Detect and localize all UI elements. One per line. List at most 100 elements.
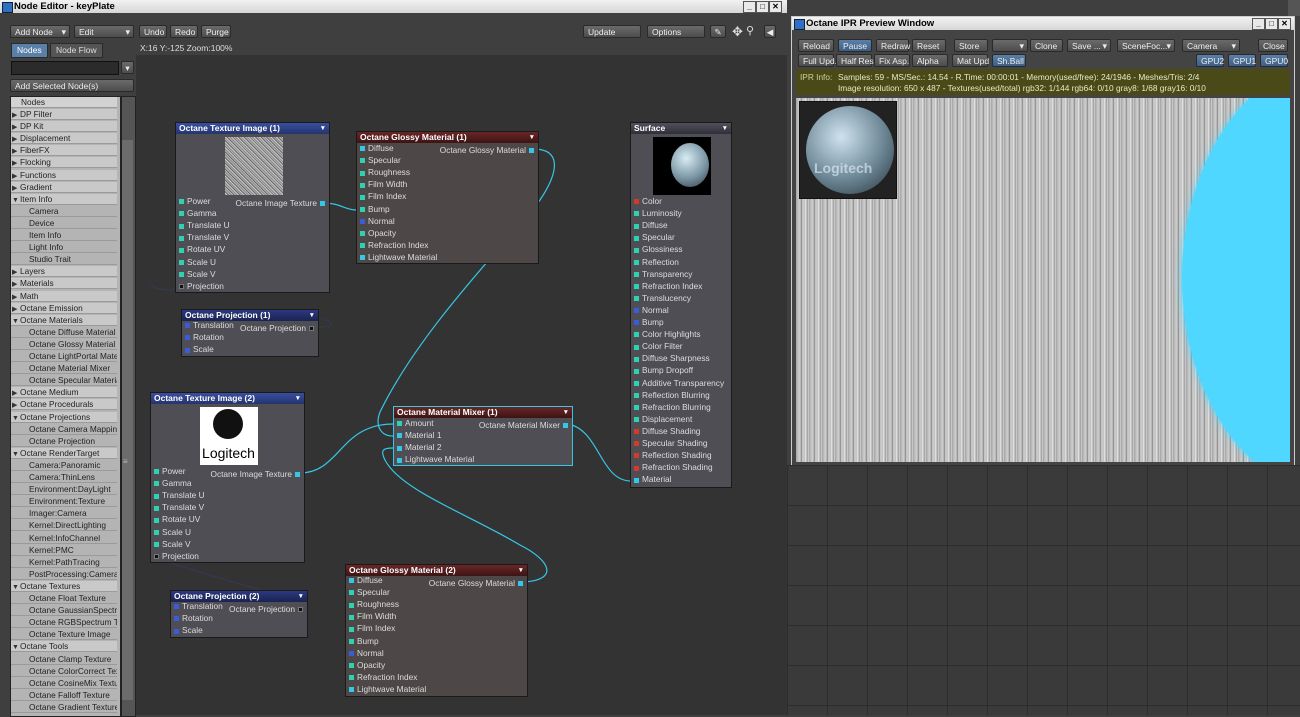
input-port[interactable]: Refraction Index xyxy=(631,280,702,292)
port-socket-icon[interactable] xyxy=(397,421,402,427)
port-socket-icon[interactable] xyxy=(185,335,190,341)
input-port[interactable]: Gamma xyxy=(151,477,192,489)
port-socket-icon[interactable] xyxy=(634,284,639,289)
node-gloss2[interactable]: Octane Glossy Material (2)DiffuseSpecula… xyxy=(345,564,528,697)
node-title[interactable]: Surface xyxy=(631,123,731,134)
output-port[interactable]: Octane Glossy Material xyxy=(440,144,534,156)
port-socket-icon[interactable] xyxy=(154,517,159,523)
ipr-row1-button[interactable]: Store xyxy=(954,39,988,52)
input-port[interactable]: Refraction Shading xyxy=(631,461,713,473)
port-socket-icon[interactable] xyxy=(349,650,354,656)
input-port[interactable]: Roughness xyxy=(357,166,410,178)
port-socket-icon[interactable] xyxy=(154,529,159,535)
gpu-toggle-button[interactable]: GPU0 xyxy=(1260,54,1288,67)
input-port[interactable]: Normal xyxy=(357,215,395,227)
input-port[interactable]: Rotate UV xyxy=(176,243,225,255)
port-socket-icon[interactable] xyxy=(349,626,354,632)
node-proj1[interactable]: Octane Projection (1)TranslationRotation… xyxy=(181,309,319,357)
port-socket-icon[interactable] xyxy=(154,541,159,547)
port-socket-icon[interactable] xyxy=(174,604,179,610)
input-port[interactable]: Opacity xyxy=(357,227,396,239)
port-socket-icon[interactable] xyxy=(634,417,639,423)
ipr-close-icon[interactable]: ✕ xyxy=(1278,18,1291,30)
input-port[interactable]: Diffuse xyxy=(631,219,668,231)
port-socket-icon[interactable] xyxy=(154,469,159,475)
input-port[interactable]: Material 2 xyxy=(394,441,441,453)
ipr-row1-button[interactable]: Close xyxy=(1258,39,1288,52)
port-socket-icon[interactable] xyxy=(634,296,639,302)
input-port[interactable]: Lightwave Material xyxy=(394,453,474,465)
input-port[interactable]: Rotation xyxy=(171,612,213,624)
input-port[interactable]: Color Filter xyxy=(631,340,683,352)
port-socket-icon[interactable] xyxy=(634,332,639,338)
node-tex2[interactable]: Octane Texture Image (2) Logitech Power Gam… xyxy=(150,392,305,563)
port-socket-icon[interactable] xyxy=(360,218,365,224)
input-port[interactable]: Refraction Blurring xyxy=(631,401,711,413)
input-port[interactable]: Film Index xyxy=(357,190,406,202)
port-socket-icon[interactable] xyxy=(298,607,303,613)
port-socket-icon[interactable] xyxy=(397,433,402,439)
port-socket-icon[interactable] xyxy=(185,323,190,329)
input-port[interactable]: Refraction Index xyxy=(346,671,417,683)
port-socket-icon[interactable] xyxy=(349,675,354,681)
input-port[interactable]: Translation xyxy=(182,319,234,331)
node-proj2[interactable]: Octane Projection (2)TranslationRotation… xyxy=(170,590,308,638)
ipr-row2-button[interactable]: Alpha xyxy=(912,54,948,67)
input-port[interactable]: Rotation xyxy=(182,331,224,343)
port-socket-icon[interactable] xyxy=(634,235,639,241)
port-socket-icon[interactable] xyxy=(634,441,639,447)
input-port[interactable]: Displacement xyxy=(631,413,692,425)
port-socket-icon[interactable] xyxy=(349,578,354,584)
ipr-row2-button[interactable]: Half Res xyxy=(836,54,874,67)
input-port[interactable]: Translate U xyxy=(176,219,230,231)
input-port[interactable]: Diffuse Shading xyxy=(631,425,700,437)
port-socket-icon[interactable] xyxy=(179,271,184,277)
port-socket-icon[interactable] xyxy=(179,259,184,265)
input-port[interactable]: Translation xyxy=(171,600,223,612)
port-socket-icon[interactable] xyxy=(563,423,568,429)
port-socket-icon[interactable] xyxy=(634,453,639,459)
input-port[interactable]: Diffuse xyxy=(346,574,383,586)
input-port[interactable]: Film Index xyxy=(346,622,395,634)
port-socket-icon[interactable] xyxy=(634,271,639,277)
input-port[interactable]: Diffuse Sharpness xyxy=(631,352,710,364)
input-port[interactable]: Specular Shading xyxy=(631,437,708,449)
port-socket-icon[interactable] xyxy=(634,199,639,205)
gpu-toggle-button[interactable]: GPU2 xyxy=(1196,54,1224,67)
port-socket-icon[interactable] xyxy=(179,223,184,229)
ipr-row1-button[interactable]: Pause xyxy=(838,39,872,52)
port-socket-icon[interactable] xyxy=(309,326,314,332)
node-title[interactable]: Octane Texture Image (1) xyxy=(176,123,329,134)
ipr-row1-button[interactable]: Reload xyxy=(798,39,834,52)
port-socket-icon[interactable] xyxy=(634,368,639,374)
ipr-row2-button[interactable]: Full Upd. xyxy=(798,54,837,67)
port-socket-icon[interactable] xyxy=(634,392,639,398)
input-port[interactable]: Roughness xyxy=(346,598,399,610)
ipr-titlebar[interactable]: Octane IPR Preview Window _ □ ✕ xyxy=(792,17,1294,30)
output-port[interactable]: Octane Glossy Material xyxy=(429,577,523,589)
port-socket-icon[interactable] xyxy=(174,628,179,634)
input-port[interactable]: Projection xyxy=(151,550,199,562)
port-socket-icon[interactable] xyxy=(360,194,365,200)
ipr-row1-button[interactable]: Redraw xyxy=(876,39,910,52)
ipr-row1-button[interactable]: SceneFoc... xyxy=(1117,39,1175,53)
port-socket-icon[interactable] xyxy=(360,231,365,236)
port-socket-icon[interactable] xyxy=(179,199,184,205)
ipr-render-view[interactable]: Logitech xyxy=(796,98,1290,462)
output-port[interactable]: Octane Projection xyxy=(240,322,314,334)
input-port[interactable]: Diffuse xyxy=(357,142,394,154)
input-port[interactable]: Translate U xyxy=(151,489,205,501)
input-port[interactable]: Normal xyxy=(631,304,669,316)
output-port[interactable]: Octane Material Mixer xyxy=(479,419,568,431)
port-socket-icon[interactable] xyxy=(154,554,159,559)
input-port[interactable]: Scale xyxy=(171,624,203,636)
input-port[interactable]: Normal xyxy=(346,647,384,659)
port-socket-icon[interactable] xyxy=(154,505,159,511)
input-port[interactable]: Film Width xyxy=(357,178,407,190)
port-socket-icon[interactable] xyxy=(529,148,534,154)
port-socket-icon[interactable] xyxy=(634,211,639,217)
port-socket-icon[interactable] xyxy=(634,259,639,265)
input-port[interactable]: Specular xyxy=(346,586,390,598)
port-socket-icon[interactable] xyxy=(360,170,365,176)
port-socket-icon[interactable] xyxy=(349,590,354,596)
